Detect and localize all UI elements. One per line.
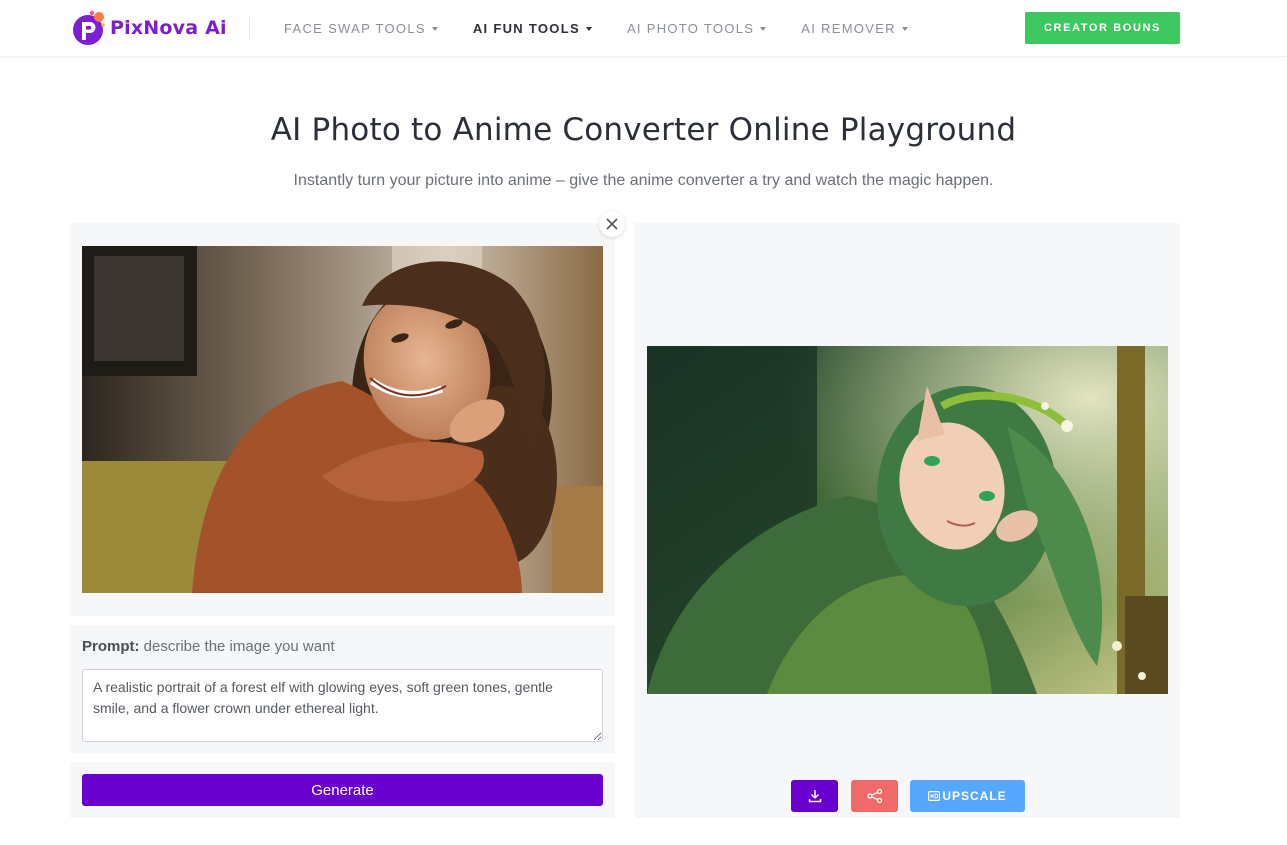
nav-label: AI REMOVER <box>801 21 896 36</box>
page-title: AI Photo to Anime Converter Online Playg… <box>270 112 1017 148</box>
download-icon <box>808 790 821 803</box>
top-navbar: PixNova Ai FACE SWAP TOOLS AI FUN TOOLS … <box>0 0 1287 57</box>
nav-label: AI PHOTO TOOLS <box>626 21 755 36</box>
prompt-label: Prompt: describe the image you want <box>82 638 335 655</box>
share-icon <box>866 789 882 803</box>
caret-down-icon <box>760 26 767 31</box>
caret-down-icon <box>901 26 908 31</box>
logo-text: PixNova Ai <box>110 17 227 39</box>
nav-ai-fun-tools[interactable]: AI FUN TOOLS <box>473 21 592 36</box>
caret-down-icon <box>585 26 592 31</box>
portrait-photo-image <box>82 246 603 593</box>
upscale-button[interactable]: UPSCALE <box>910 780 1025 812</box>
nav-face-swap-tools[interactable]: FACE SWAP TOOLS <box>284 21 438 36</box>
source-photo <box>82 246 603 593</box>
pixnova-logo[interactable]: PixNova Ai <box>70 8 227 48</box>
nav-label: AI FUN TOOLS <box>472 21 580 36</box>
share-button[interactable] <box>851 780 898 812</box>
prompt-textarea[interactable]: A realistic portrait of a forest elf wit… <box>82 669 603 742</box>
anime-result-image <box>647 346 1168 694</box>
close-image-button[interactable] <box>599 211 625 237</box>
download-button[interactable] <box>791 780 838 812</box>
upscale-label: UPSCALE <box>942 789 1007 803</box>
nav-ai-remover[interactable]: AI REMOVER <box>801 21 908 36</box>
prompt-label-hint: describe the image you want <box>143 638 335 655</box>
hd-icon <box>928 791 941 801</box>
nav-label: FACE SWAP TOOLS <box>284 21 426 36</box>
close-icon <box>606 218 618 230</box>
prompt-label-title: Prompt: <box>82 638 140 655</box>
main-nav: FACE SWAP TOOLS AI FUN TOOLS AI PHOTO TO… <box>284 0 943 57</box>
page-subtitle: Instantly turn your picture into anime –… <box>293 172 994 189</box>
header-divider <box>249 17 250 39</box>
creator-bonus-button[interactable]: CREATOR BOUNS <box>1025 12 1180 44</box>
caret-down-icon <box>431 26 438 31</box>
generate-button[interactable]: Generate <box>82 774 603 806</box>
pixnova-logo-icon <box>73 10 105 45</box>
nav-ai-photo-tools[interactable]: AI PHOTO TOOLS <box>626 21 767 36</box>
result-photo <box>647 346 1168 694</box>
